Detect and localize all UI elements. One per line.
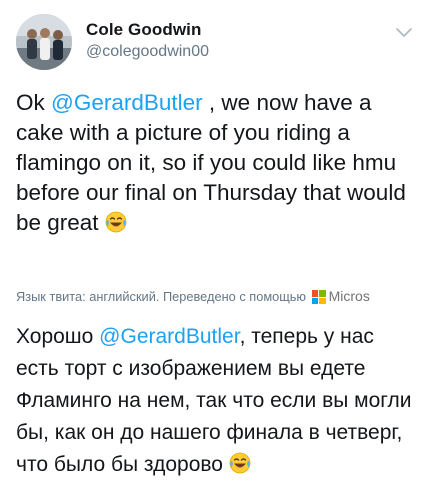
avatar-image [16, 14, 72, 70]
user-handle[interactable]: @colegoodwin00 [86, 41, 209, 63]
tweet-text-prefix: Ok [16, 90, 52, 115]
tweet-card: Cole Goodwin @colegoodwin00 Ok @GerardBu… [0, 0, 425, 500]
translated-mention-link[interactable]: @GerardButler [99, 325, 239, 348]
avatar[interactable] [16, 14, 72, 70]
tweet-header: Cole Goodwin @colegoodwin00 [14, 14, 414, 70]
display-name[interactable]: Cole Goodwin [86, 20, 209, 40]
translated-tweet-text: Хорошо @GerardButler, теперь у нас есть … [16, 321, 416, 481]
translated-text-prefix: Хорошо [16, 325, 100, 348]
face-with-tears-of-joy-emoji [229, 452, 251, 474]
face-with-tears-of-joy-emoji [105, 211, 127, 233]
chevron-down-icon[interactable] [394, 26, 414, 40]
tweet-text: Ok @GerardButler , we now have a cake wi… [16, 88, 414, 238]
translation-attribution: Язык твита: английский. Переведено с пом… [16, 288, 425, 305]
mention-link[interactable]: @GerardButler [51, 90, 203, 115]
microsoft-logo-icon [311, 290, 326, 304]
user-names: Cole Goodwin @colegoodwin00 [86, 20, 209, 63]
translation-label: Язык твита: английский. Переведено с пом… [16, 289, 307, 304]
translation-provider[interactable]: Micros [329, 288, 370, 304]
